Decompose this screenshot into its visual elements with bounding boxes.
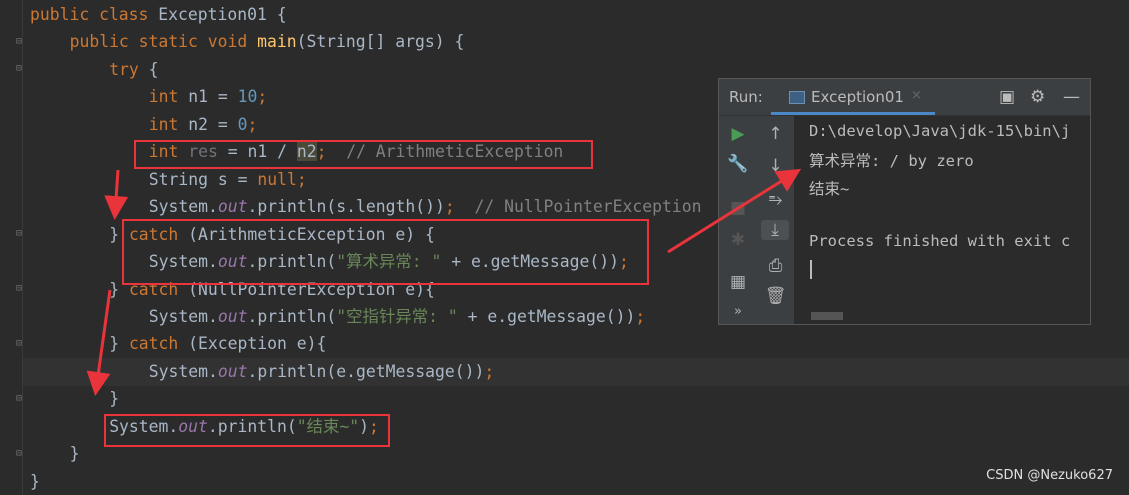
annotation-arrows [86,168,802,396]
arrow-to-catch [104,169,129,220]
arrow-to-output [667,168,802,254]
watermark: CSDN @Nezuko627 [986,468,1113,483]
arrow-to-end [86,289,112,396]
